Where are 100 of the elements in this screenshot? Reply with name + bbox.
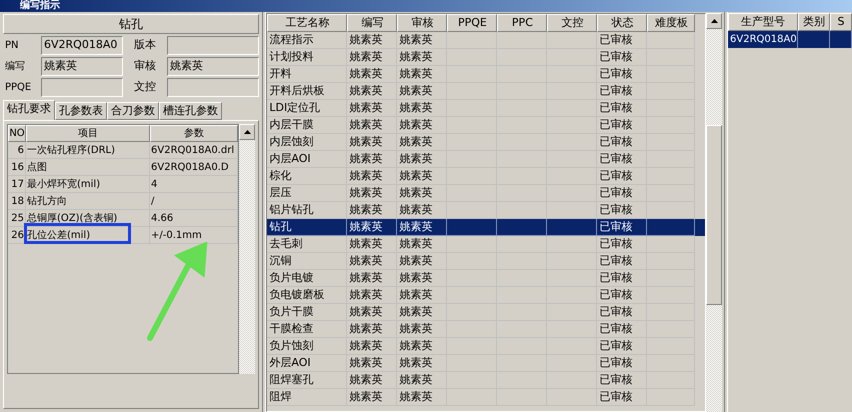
table-cell: [497, 236, 548, 253]
table-cell: 已审核: [597, 287, 648, 304]
scroll-up-button[interactable]: [239, 124, 255, 140]
table-row[interactable]: 负片蚀刻 姚素英 姚素英 已审核: [267, 338, 706, 355]
table-cell: 阻焊塞孔: [267, 372, 348, 389]
input-field[interactable]: 6V2RQ018A0: [41, 36, 123, 55]
table-cell: [547, 32, 598, 49]
column-header[interactable]: 工艺名称: [267, 14, 348, 32]
table-cell: 姚素英: [397, 134, 448, 151]
table-cell: 已审核: [597, 185, 648, 202]
table-cell: 6V2RQ018A0: [728, 31, 798, 48]
table-cell: 已审核: [597, 134, 648, 151]
scrollbar[interactable]: [706, 13, 722, 412]
table-row[interactable]: 开料后烘板 姚素英 姚素英 已审核: [267, 83, 706, 100]
table-cell: 姚素英: [397, 49, 448, 66]
table-row[interactable]: 计划投料 姚素英 姚素英 已审核: [267, 49, 706, 66]
table-cell: [647, 236, 696, 253]
table-row[interactable]: 层压 姚素英 姚素英 已审核: [267, 185, 706, 202]
table-cell: 已审核: [597, 168, 648, 185]
table-cell: 姚素英: [347, 287, 398, 304]
table-cell: 姚素英: [397, 270, 448, 287]
column-header[interactable]: 文控: [547, 14, 598, 32]
table-row[interactable]: 棕化 姚素英 姚素英 已审核: [267, 168, 706, 185]
column-header[interactable]: 状态: [597, 14, 648, 32]
tab[interactable]: 合刀参数: [107, 102, 159, 120]
field-label: 版本: [133, 37, 157, 54]
table-row[interactable]: 内层蚀刻 姚素英 姚素英 已审核: [267, 134, 706, 151]
column-header[interactable]: NO: [8, 125, 26, 142]
column-header[interactable]: PPC: [497, 14, 548, 32]
field-label: 编写: [5, 60, 26, 74]
table-cell: 4.66: [150, 210, 238, 226]
input-field[interactable]: [167, 78, 259, 97]
table-row[interactable]: 阻焊塞孔 姚素英 姚素英 已审核: [267, 372, 706, 389]
table-cell: 已审核: [597, 321, 648, 338]
table-row[interactable]: 外层AOI 姚素英 姚素英 已审核: [267, 355, 706, 372]
table-row[interactable]: 负片干膜 姚素英 姚素英 已审核: [267, 304, 706, 321]
table-cell: 姚素英: [397, 168, 448, 185]
table-cell: 内层蚀刻: [267, 134, 348, 151]
table-row[interactable]: 开料 姚素英 姚素英 已审核: [267, 66, 706, 83]
table-row[interactable]: 负电镀磨板 姚素英 姚素英 已审核: [267, 287, 706, 304]
table-cell: 姚素英: [347, 168, 398, 185]
table-row[interactable]: 沉铜 姚素英 姚素英 已审核: [267, 253, 706, 270]
table-cell: [447, 219, 498, 236]
tab[interactable]: 孔参数表: [55, 102, 107, 120]
column-header[interactable]: 项目: [26, 125, 150, 142]
column-header[interactable]: 编写: [347, 14, 398, 32]
table-cell: [447, 32, 498, 49]
field-label: PN: [5, 39, 20, 53]
table-cell: /: [150, 193, 238, 209]
column-header[interactable]: PPQE: [447, 14, 498, 32]
table-row[interactable]: 钻孔 姚素英 姚素英 已审核: [267, 219, 706, 236]
table-cell: 姚素英: [347, 372, 398, 389]
table-cell: 钻孔方向: [26, 193, 150, 209]
input-field[interactable]: [41, 78, 123, 97]
column-header[interactable]: 难度板: [647, 14, 696, 32]
table-cell: 姚素英: [397, 338, 448, 355]
table-cell: 姚素英: [347, 100, 398, 117]
table-row[interactable]: 干膜检查 姚素英 姚素英 已审核: [267, 321, 706, 338]
table-cell: [547, 236, 598, 253]
column-header[interactable]: 生产型号: [728, 13, 798, 31]
table-row[interactable]: 6V2RQ018A0: [728, 31, 852, 48]
scroll-up-button[interactable]: [706, 13, 722, 29]
table-cell: 一次钻孔程序(DRL): [26, 142, 150, 158]
table-cell: 已审核: [597, 372, 648, 389]
table-row[interactable]: 去毛刺 姚素英 姚素英 已审核: [267, 236, 706, 253]
input-field[interactable]: [167, 36, 259, 55]
table-row[interactable]: 内层AOI 姚素英 姚素英 已审核: [267, 151, 706, 168]
tab[interactable]: 钻孔要求: [3, 100, 55, 120]
scrollbar[interactable]: [239, 124, 255, 374]
column-header[interactable]: 审核: [397, 14, 448, 32]
column-header[interactable]: 类别: [798, 13, 830, 31]
table-cell: 层压: [267, 185, 348, 202]
table-cell: 26: [8, 227, 26, 243]
column-header[interactable]: 参数: [150, 125, 238, 142]
table-cell: 25: [8, 210, 26, 226]
input-field[interactable]: 姚素英: [41, 57, 123, 76]
column-header[interactable]: S: [830, 13, 852, 31]
table-cell: 姚素英: [347, 389, 398, 406]
table-cell: 负电镀磨板: [267, 287, 348, 304]
table-cell: 16: [8, 159, 26, 175]
table-cell: 姚素英: [347, 304, 398, 321]
table-row[interactable]: 内层干膜 姚素英 姚素英 已审核: [267, 117, 706, 134]
table-cell: 已审核: [597, 151, 648, 168]
table-cell: 干膜检查: [267, 321, 348, 338]
table-cell: 姚素英: [347, 66, 398, 83]
table-cell: 姚素英: [397, 219, 448, 236]
table-cell: 负片电镀: [267, 270, 348, 287]
table-cell: 外层AOI: [267, 355, 348, 372]
table-cell: 姚素英: [397, 117, 448, 134]
input-field[interactable]: 姚素英: [167, 57, 259, 76]
table-row[interactable]: LDI定位孔 姚素英 姚素英 已审核: [267, 100, 706, 117]
table-cell: 18: [8, 193, 26, 209]
table-row[interactable]: 负片电镀 姚素英 姚素英 已审核: [267, 270, 706, 287]
table-cell: 姚素英: [397, 389, 448, 406]
tab[interactable]: 槽连孔参数: [159, 102, 222, 120]
scroll-thumb[interactable]: [706, 125, 722, 305]
table-cell: 点图: [26, 159, 150, 175]
table-cell: [447, 236, 498, 253]
table-row[interactable]: 阻焊 姚素英 姚素英 已审核: [267, 389, 706, 406]
table-row[interactable]: 流程指示 姚素英 姚素英 已审核: [267, 32, 706, 49]
